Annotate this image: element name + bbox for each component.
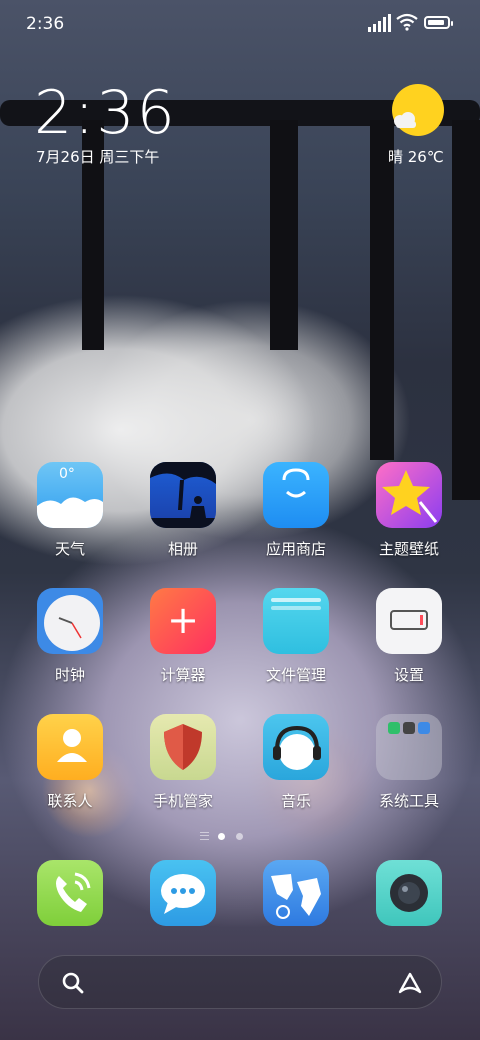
search-icon bbox=[62, 972, 84, 994]
app-file-manager[interactable]: 文件管理 bbox=[241, 588, 351, 685]
app-gallery[interactable]: 相册 bbox=[128, 462, 238, 559]
file-manager-icon bbox=[263, 588, 329, 654]
app-label: 手机管家 bbox=[152, 792, 213, 810]
dock-camera[interactable] bbox=[354, 860, 464, 926]
app-themes[interactable]: 主题壁纸 bbox=[354, 462, 464, 559]
status-time: 2:36 bbox=[26, 14, 65, 34]
app-label: 系统工具 bbox=[378, 792, 439, 810]
app-label: 音乐 bbox=[280, 792, 311, 810]
assistant-icon[interactable] bbox=[397, 971, 423, 995]
status-bar: 2:36 bbox=[0, 0, 480, 50]
app-clock[interactable]: 时钟 bbox=[15, 588, 125, 685]
page-dot-active bbox=[218, 833, 225, 840]
settings-icon bbox=[376, 588, 442, 654]
wifi-icon bbox=[396, 13, 418, 31]
camera-icon bbox=[376, 860, 442, 926]
app-label: 应用商店 bbox=[265, 540, 326, 558]
app-label: 计算器 bbox=[160, 666, 206, 684]
system-tools-folder-icon bbox=[376, 714, 442, 780]
wallpaper-railing-post bbox=[370, 120, 394, 460]
messages-icon bbox=[150, 860, 216, 926]
clock-widget-time[interactable]: 2:36 bbox=[34, 78, 177, 148]
search-bar[interactable] bbox=[38, 955, 442, 1009]
weather-text[interactable]: 晴 26℃ bbox=[388, 146, 444, 167]
app-music[interactable]: 音乐 bbox=[241, 714, 351, 811]
app-app-store[interactable]: 应用商店 bbox=[241, 462, 351, 559]
app-label: 相册 bbox=[167, 540, 198, 558]
battery-level bbox=[428, 20, 444, 25]
minus-one-screen-indicator bbox=[200, 832, 209, 840]
app-label: 时钟 bbox=[54, 666, 85, 684]
browser-icon bbox=[263, 860, 329, 926]
app-label: 主题壁纸 bbox=[378, 540, 439, 558]
app-calculator[interactable]: + 计算器 bbox=[128, 588, 238, 685]
app-label: 联系人 bbox=[47, 792, 93, 810]
weather-sun-icon[interactable] bbox=[392, 84, 444, 136]
signal-icon bbox=[368, 14, 391, 32]
page-indicator[interactable] bbox=[200, 830, 280, 842]
phone-icon bbox=[37, 860, 103, 926]
battery-icon bbox=[424, 16, 453, 29]
page-dot bbox=[236, 833, 243, 840]
app-settings[interactable]: 设置 bbox=[354, 588, 464, 685]
app-store-icon bbox=[263, 462, 329, 528]
weather-icon: 0° bbox=[37, 462, 103, 528]
app-contacts[interactable]: 联系人 bbox=[15, 714, 125, 811]
music-icon bbox=[263, 714, 329, 780]
gallery-icon bbox=[150, 462, 216, 528]
security-icon bbox=[150, 714, 216, 780]
weather-cloud-icon bbox=[394, 112, 416, 128]
app-weather[interactable]: 0° 天气 bbox=[15, 462, 125, 559]
app-label: 文件管理 bbox=[265, 666, 326, 684]
clock-widget-date[interactable]: 7月26日 周三下午 bbox=[36, 146, 159, 167]
folder-system-tools[interactable]: 系统工具 bbox=[354, 714, 464, 811]
themes-icon bbox=[376, 462, 442, 528]
clock-icon bbox=[37, 588, 103, 654]
dock-phone[interactable] bbox=[15, 860, 125, 926]
contacts-icon bbox=[37, 714, 103, 780]
calculator-icon: + bbox=[150, 588, 216, 654]
dock-messages[interactable] bbox=[128, 860, 238, 926]
wallpaper-railing-post bbox=[270, 120, 298, 350]
app-security[interactable]: 手机管家 bbox=[128, 714, 238, 811]
app-label: 天气 bbox=[54, 540, 85, 558]
wallpaper-railing-post bbox=[452, 120, 480, 500]
app-label: 设置 bbox=[393, 666, 424, 684]
dock-browser[interactable] bbox=[241, 860, 351, 926]
